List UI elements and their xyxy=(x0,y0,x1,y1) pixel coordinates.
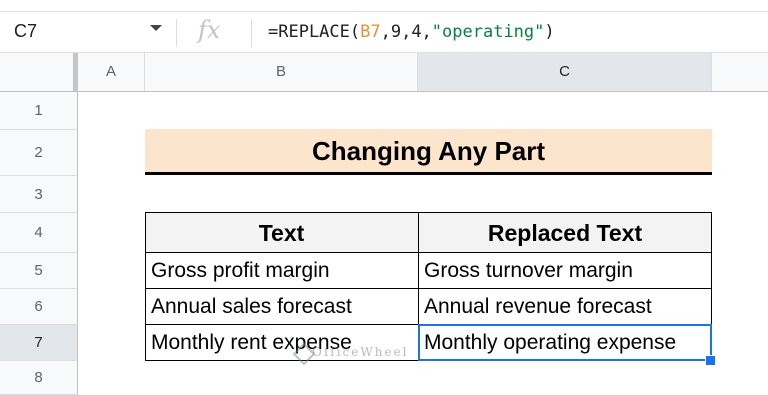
row-header-4[interactable]: 4 xyxy=(0,213,78,253)
divider xyxy=(176,19,177,47)
table-header-replaced[interactable]: Replaced Text xyxy=(418,213,712,253)
chevron-down-icon[interactable] xyxy=(150,25,162,31)
row-header-1[interactable]: 1 xyxy=(0,92,78,130)
formula-suffix: ) xyxy=(544,22,555,42)
name-box[interactable]: C7 xyxy=(14,21,37,42)
row-header-5[interactable]: 5 xyxy=(0,253,78,289)
formula-input[interactable]: =REPLACE(B7,9,4,"operating") xyxy=(268,22,555,42)
divider xyxy=(251,19,252,47)
table-cell-replaced[interactable]: Annual revenue forecast xyxy=(418,289,712,325)
table-cell-replaced[interactable]: Gross turnover margin xyxy=(418,253,712,289)
table-header-text[interactable]: Text xyxy=(145,213,418,253)
table-border xyxy=(145,252,712,253)
select-all-corner[interactable] xyxy=(0,53,78,91)
table-cell-text[interactable]: Annual sales forecast xyxy=(145,289,418,325)
sheet-title[interactable]: Changing Any Part xyxy=(145,129,712,175)
row-header-6[interactable]: 6 xyxy=(0,289,78,325)
formula-string: "operating" xyxy=(431,22,545,42)
formula-bar: C7 fx =REPLACE(B7,9,4,"operating") xyxy=(0,11,768,53)
watermark: OfficeWheel xyxy=(312,345,409,359)
row-header-8[interactable]: 8 xyxy=(0,361,78,395)
column-header-b[interactable]: B xyxy=(145,53,418,91)
formula-args: ,9,4, xyxy=(380,22,432,42)
fx-icon: fx xyxy=(198,16,221,44)
table-cell-text[interactable]: Gross profit margin xyxy=(145,253,418,289)
table-border xyxy=(145,212,146,361)
active-cell-selection[interactable] xyxy=(418,324,712,361)
row-header-3[interactable]: 3 xyxy=(0,176,78,213)
column-header-a[interactable]: A xyxy=(78,53,145,91)
row-header-7[interactable]: 7 xyxy=(0,325,78,361)
row-header-2[interactable]: 2 xyxy=(0,130,78,176)
fill-handle[interactable] xyxy=(705,355,716,366)
table-border xyxy=(145,212,712,213)
table-border xyxy=(145,288,712,289)
column-header-c[interactable]: C xyxy=(418,53,712,91)
formula-prefix: =REPLACE( xyxy=(268,22,361,42)
formula-ref: B7 xyxy=(360,22,381,42)
column-headers: A B C xyxy=(0,53,768,92)
